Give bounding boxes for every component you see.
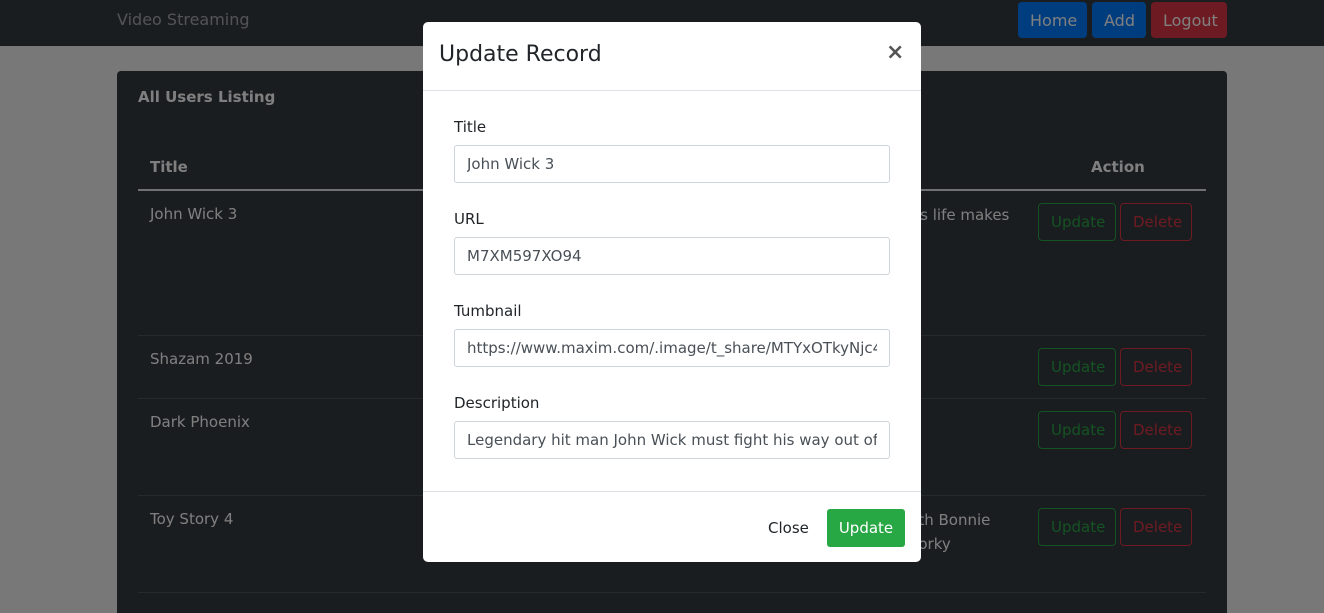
modal-header: Update Record × <box>423 22 921 91</box>
title-input[interactable] <box>454 145 890 183</box>
thumbnail-label: Tumbnail <box>454 302 522 320</box>
thumbnail-input[interactable] <box>454 329 890 367</box>
url-label: URL <box>454 210 484 228</box>
update-record-modal: Update Record × Title URL Tumbnail Descr… <box>423 22 921 562</box>
description-label: Description <box>454 394 540 412</box>
modal-title: Update Record <box>439 42 602 67</box>
close-button[interactable]: Close <box>756 509 821 547</box>
title-label: Title <box>454 118 487 136</box>
update-button[interactable]: Update <box>827 509 905 547</box>
modal-footer: Close Update <box>423 491 921 562</box>
url-input[interactable] <box>454 237 890 275</box>
description-input[interactable] <box>454 421 890 459</box>
close-icon[interactable]: × <box>886 40 904 65</box>
modal-body: Title URL Tumbnail Description <box>423 91 921 491</box>
